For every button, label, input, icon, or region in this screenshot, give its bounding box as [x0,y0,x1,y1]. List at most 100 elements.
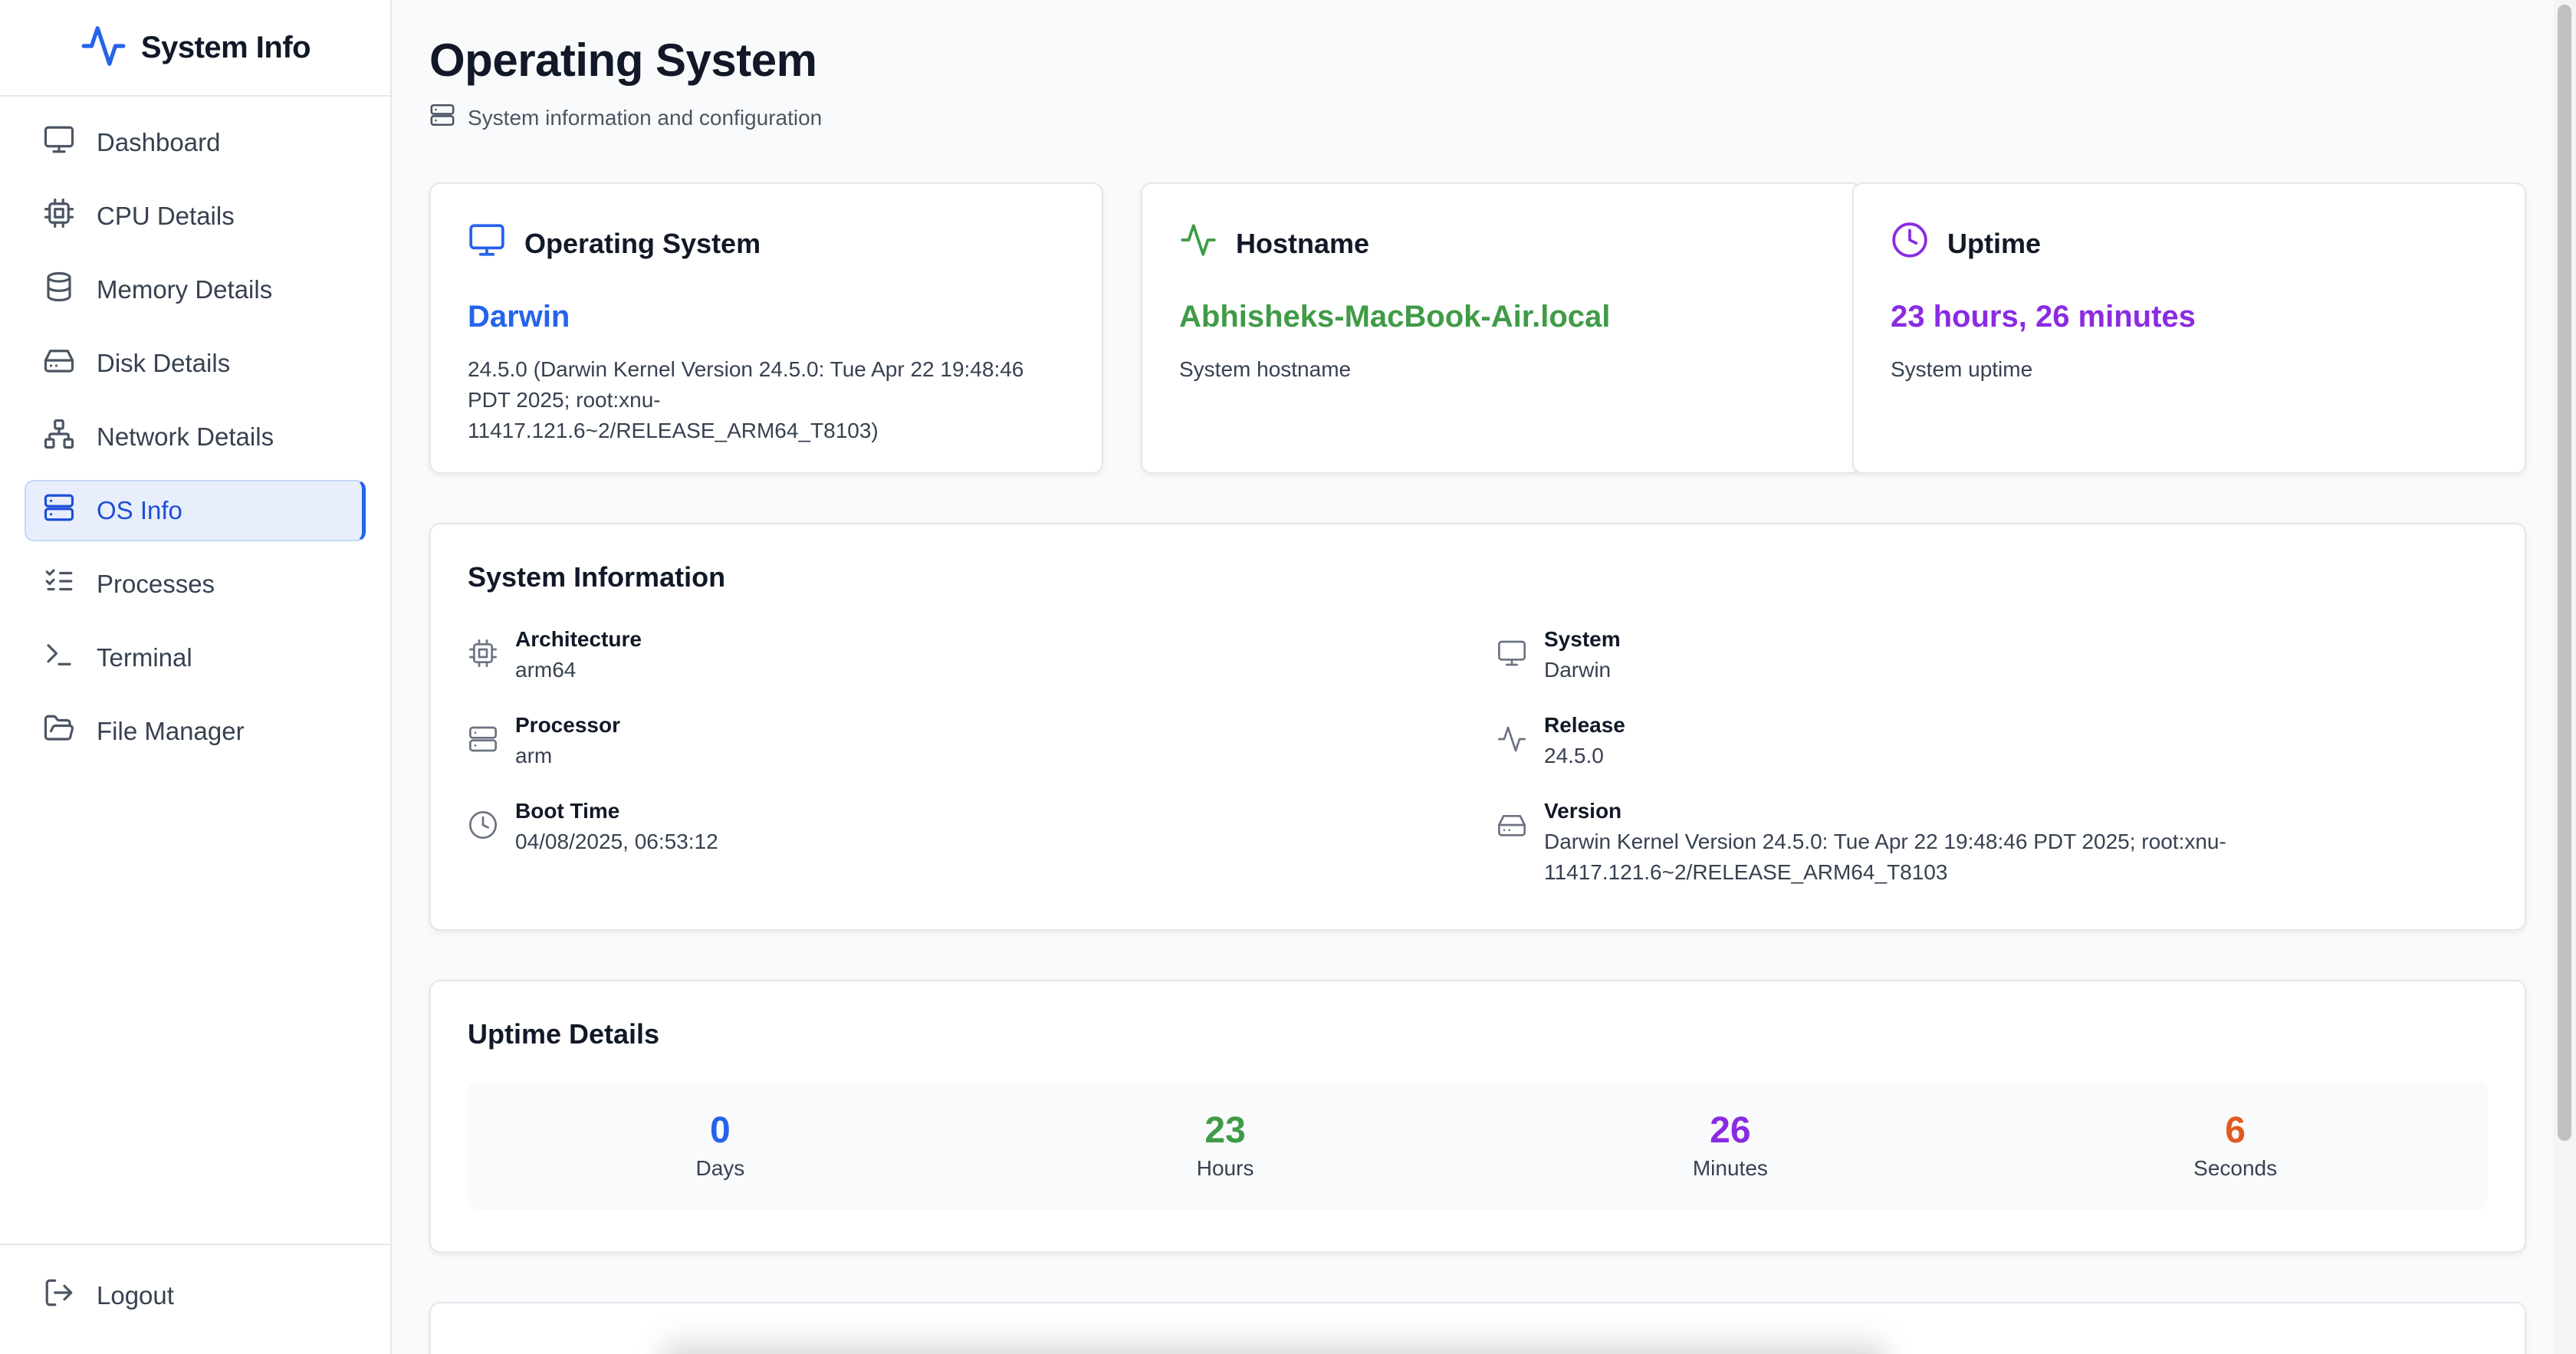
system-information-title: System Information [468,561,726,593]
uptime-seconds-value: 6 [2225,1110,2246,1151]
hostname-card-value: Abhisheks-MacBook-Air.local [1179,300,1611,334]
info-architecture: Architecture arm64 [468,624,642,685]
uptime-seconds: 6 Seconds [1983,1108,2488,1183]
logout-icon [43,1277,75,1315]
sidebar-item-terminal[interactable]: Terminal [25,627,366,689]
uptime-details-title: Uptime Details [468,1018,660,1050]
uptime-card-description: System uptime [1891,357,2033,381]
main-content: Operating System System information and … [429,0,2526,1354]
page-subtitle-text: System information and configuration [468,105,823,130]
info-label: Boot Time [515,799,620,823]
scrollbar-thumb[interactable] [2558,5,2571,1141]
sidebar: System Info Dashboard CPU Details Memory… [0,0,392,1354]
sidebar-item-label: CPU Details [97,202,235,230]
sidebar-item-label: File Manager [97,717,245,745]
activity-icon [1179,221,1217,266]
uptime-minutes-label: Minutes [1692,1156,1768,1180]
activity-logo-icon [80,22,127,74]
cpu-icon [468,624,498,685]
database-icon [43,271,75,309]
system-information-card: System Information Architecture arm64 Pr… [429,523,2526,931]
folder-open-icon [43,712,75,751]
info-system: System Darwin [1497,624,1621,685]
info-label: Release [1544,713,1625,737]
info-value: arm [515,744,553,767]
page-title: Operating System [429,35,817,86]
info-label: System [1544,627,1621,651]
clock-icon [468,796,498,857]
sidebar-item-disk-details[interactable]: Disk Details [25,333,366,394]
sidebar-item-label: Network Details [97,422,274,451]
sidebar-item-cpu-details[interactable]: CPU Details [25,186,366,247]
sidebar-item-file-manager[interactable]: File Manager [25,701,366,762]
clock-icon [1891,221,1929,266]
uptime-minutes-value: 26 [1710,1110,1751,1151]
brand-title: System Info [140,30,311,64]
os-card-header: Operating System [468,221,1065,266]
sidebar-item-label: Disk Details [97,349,231,377]
activity-icon [1497,710,1527,771]
server-icon [429,102,455,133]
uptime-details-card: Uptime Details 0 Days 23 Hours 26 Minute… [429,980,2526,1253]
sidebar-item-label: Memory Details [97,275,273,304]
list-checks-icon [43,565,75,603]
monitor-icon [1497,624,1527,685]
info-value: Darwin [1544,658,1612,682]
sidebar-item-label: Processes [97,570,215,598]
os-card: Operating System Darwin 24.5.0 (Darwin K… [429,182,1103,474]
uptime-card-value: 23 hours, 26 minutes [1891,300,2196,334]
summary-cards: Operating System Darwin 24.5.0 (Darwin K… [429,182,2526,474]
uptime-hours-label: Hours [1196,1156,1254,1180]
info-version: Version Darwin Kernel Version 24.5.0: Tu… [1497,796,2263,888]
uptime-card-title: Uptime [1947,227,2042,259]
logout-label: Logout [97,1281,174,1310]
system-information-grid: Architecture arm64 Processor arm Boot Ti… [468,624,2488,900]
cpu-icon [43,197,75,235]
server-icon [43,491,75,530]
hostname-card-header: Hostname [1179,221,1823,266]
hard-drive-icon [1497,796,1527,888]
info-boot-time: Boot Time 04/08/2025, 06:53:12 [468,796,718,857]
terminal-icon [43,639,75,677]
sidebar-item-label: OS Info [97,496,182,524]
info-release: Release 24.5.0 [1497,710,1625,771]
app-window: System Info Dashboard CPU Details Memory… [0,0,2576,1354]
sidebar-item-processes[interactable]: Processes [25,554,366,615]
sidebar-nav: Dashboard CPU Details Memory Details Dis… [0,97,390,762]
info-processor: Processor arm [468,710,620,771]
uptime-days: 0 Days [468,1108,973,1183]
uptime-days-value: 0 [710,1110,731,1151]
info-value: arm64 [515,658,577,682]
hostname-card: Hostname Abhisheks-MacBook-Air.local Sys… [1141,182,1861,474]
hard-drive-icon [43,344,75,383]
info-label: Architecture [515,627,642,651]
monitor-icon [43,123,75,162]
sidebar-item-os-info[interactable]: OS Info [25,480,366,541]
sidebar-item-label: Dashboard [97,128,221,156]
sidebar-item-label: Terminal [97,643,192,672]
monitor-icon [468,221,506,266]
uptime-seconds-label: Seconds [2193,1156,2278,1180]
info-value: 04/08/2025, 06:53:12 [515,830,718,853]
network-icon [43,418,75,456]
os-card-value: Darwin [468,300,570,334]
sidebar-item-dashboard[interactable]: Dashboard [25,112,366,173]
logout-button[interactable]: Logout [25,1265,366,1326]
hostname-card-title: Hostname [1236,227,1370,259]
os-card-title: Operating System [524,227,761,259]
scrollbar[interactable] [2553,0,2576,1354]
overlay-shadow [661,1334,1888,1354]
hostname-card-description: System hostname [1179,357,1352,381]
uptime-hours: 23 Hours [973,1108,1478,1183]
uptime-card: Uptime 23 hours, 26 minutes System uptim… [1852,182,2526,474]
uptime-hours-value: 23 [1204,1110,1246,1151]
page-subtitle: System information and configuration [429,102,2526,133]
sidebar-item-memory-details[interactable]: Memory Details [25,259,366,320]
uptime-card-header: Uptime [1891,221,2488,266]
info-value: 24.5.0 [1544,744,1604,767]
os-card-description: 24.5.0 (Darwin Kernel Version 24.5.0: Tu… [468,357,1024,442]
info-label: Processor [515,713,620,737]
sidebar-item-network-details[interactable]: Network Details [25,406,366,468]
info-label: Version [1544,799,1622,823]
sidebar-footer: Logout [0,1244,390,1354]
